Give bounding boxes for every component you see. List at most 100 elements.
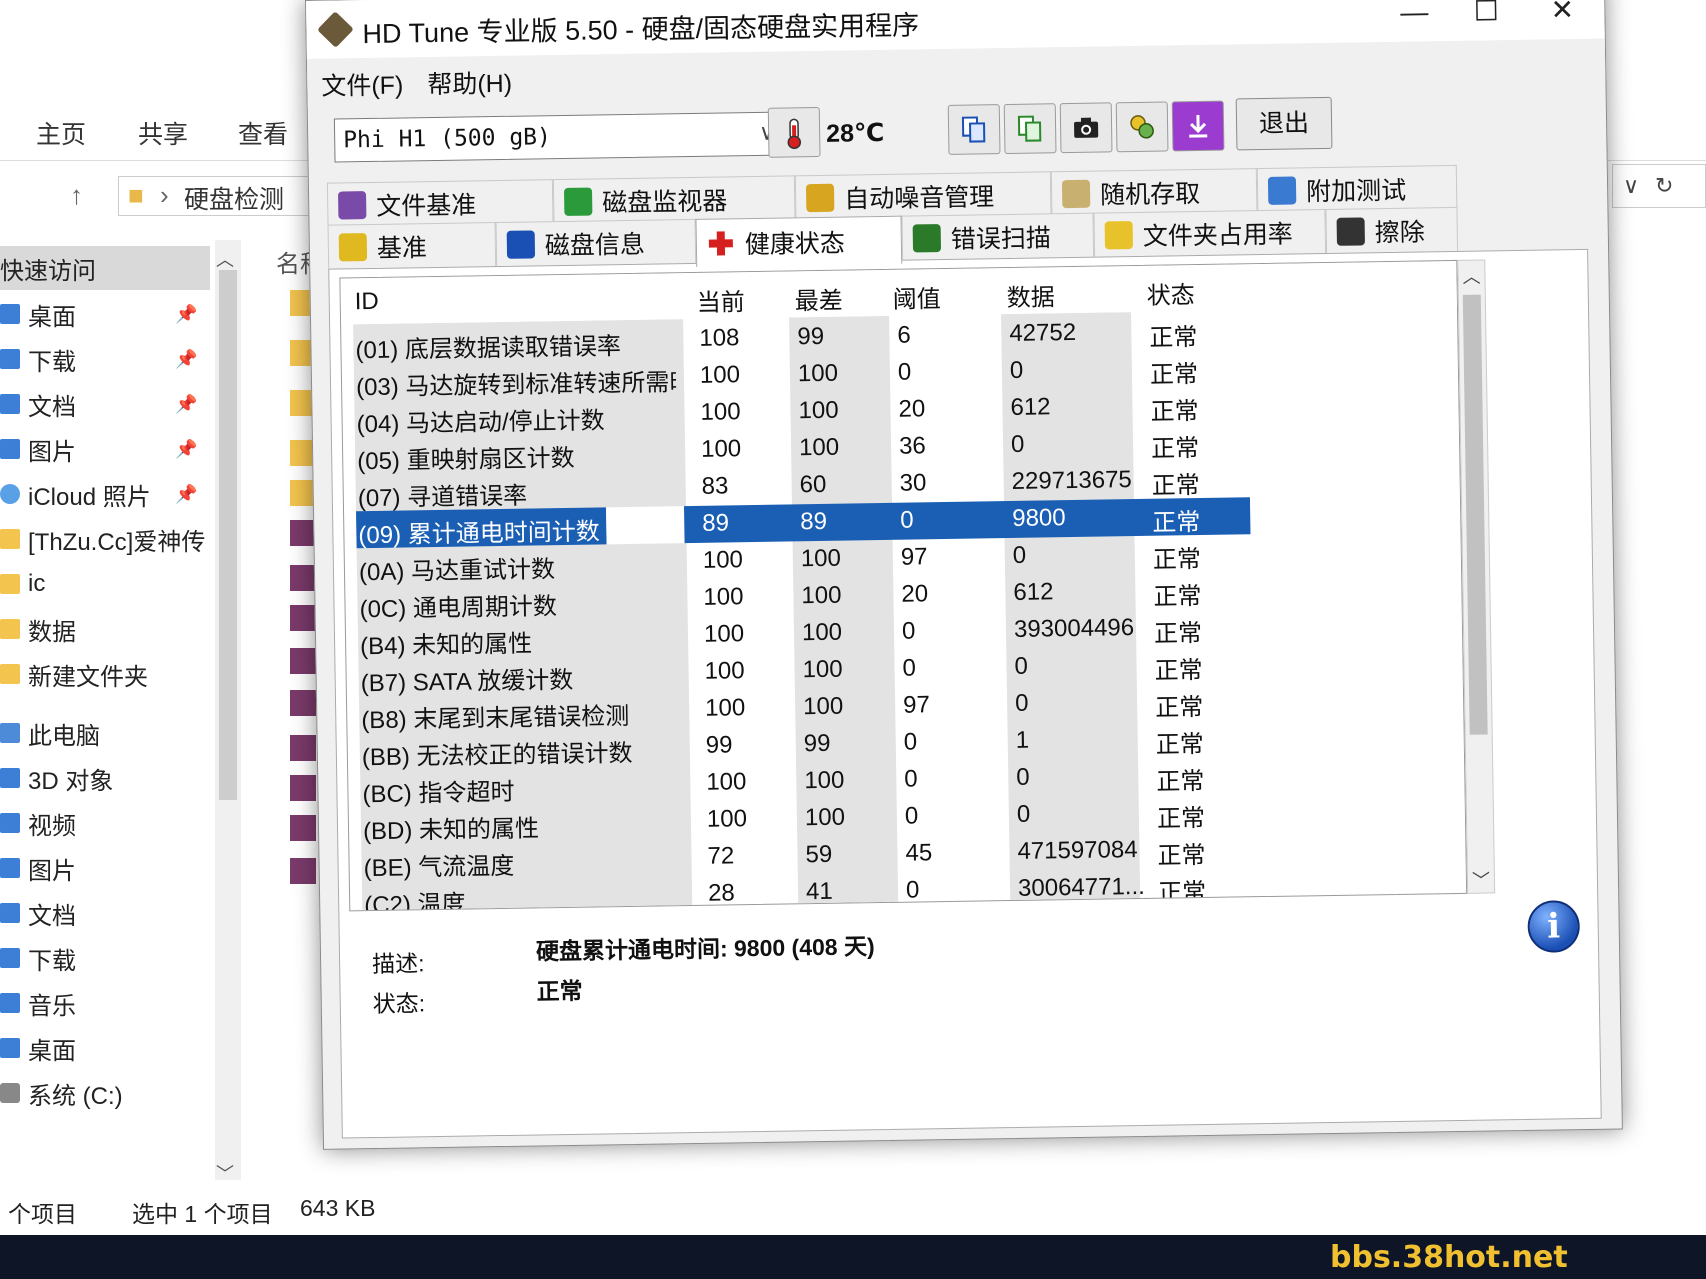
smart-list-scroll-thumb[interactable] [1462, 294, 1488, 735]
minimize-button[interactable]: — [1384, 0, 1445, 34]
temperature-value: 28℃ [825, 118, 885, 148]
smart-cell-status: 正常 [1155, 693, 1204, 722]
status-label: 状态: [372, 990, 426, 1018]
sidebar-item[interactable]: 下载 📌 [0, 337, 210, 381]
file-icon[interactable] [290, 858, 316, 884]
smart-cell-worst: 100 [798, 396, 839, 425]
close-button[interactable]: ✕ [1532, 0, 1593, 32]
sidebar-item[interactable]: 文档 📌 [0, 382, 210, 426]
file-icon[interactable] [290, 520, 316, 546]
sidebar-item[interactable]: 桌面 [0, 1026, 210, 1070]
refresh-icon[interactable]: ↻ [1655, 173, 1673, 199]
info-icon[interactable]: i [1527, 900, 1581, 953]
up-arrow-icon[interactable]: ↑ [70, 180, 83, 211]
sidebar-item[interactable]: ic [0, 562, 210, 606]
smart-cell-worst: 100 [800, 544, 842, 573]
ribbon-tab-view[interactable]: 查看 [238, 115, 288, 151]
sidebar-item[interactable]: 下载 [0, 936, 210, 980]
scroll-down-icon[interactable]: ﹀ [216, 1160, 234, 1186]
smart-cell-threshold: 30 [899, 469, 927, 497]
smart-cell-threshold: 97 [900, 543, 928, 571]
column-header-threshold[interactable]: 阈值 [892, 279, 941, 315]
folder-icon [0, 529, 20, 549]
drive-select[interactable]: Phi H1 (500 gB) ∨ [333, 111, 785, 163]
info-icon [506, 229, 536, 259]
file-icon[interactable] [290, 605, 316, 631]
tab-benchmark[interactable]: 基准 [327, 222, 497, 269]
sidebar-item[interactable]: 3D 对象 [0, 756, 210, 800]
tab-folder-usage[interactable]: 文件夹占用率 [1093, 208, 1327, 257]
smart-cell-data: 393004496 [1013, 614, 1135, 643]
tab-info[interactable]: 磁盘信息 [495, 218, 697, 267]
computer-icon [0, 723, 20, 743]
random-access-icon [1061, 179, 1091, 208]
file-icon[interactable] [290, 648, 316, 674]
ribbon-tab-share[interactable]: 共享 [138, 115, 188, 151]
tab-magnifier[interactable]: 错误扫描 [901, 212, 1095, 260]
sidebar-item[interactable]: 文档 [0, 891, 210, 935]
smart-cell-status: 正常 [1157, 878, 1207, 907]
sidebar-scroll-thumb[interactable] [219, 270, 237, 800]
tab-extra-tests[interactable]: 附加测试 [1256, 164, 1458, 213]
sidebar-item-label: 系统 (C:) [28, 1082, 123, 1110]
sidebar-item[interactable]: 桌面 📌 [0, 292, 210, 336]
sidebar-item-this-pc[interactable]: 此电脑 [0, 711, 210, 755]
save-button[interactable] [1171, 100, 1225, 152]
scroll-down-icon[interactable]: ﹀ [1472, 866, 1490, 892]
options-button[interactable] [1115, 101, 1169, 153]
tab-label: 磁盘监视器 [602, 186, 728, 217]
scroll-up-icon[interactable]: ︿ [216, 246, 234, 272]
sidebar-item[interactable]: 图片 📌 [0, 427, 210, 471]
tab-disk-monitor[interactable]: 磁盘监视器 [552, 175, 796, 224]
exit-button[interactable]: 退出 [1235, 96, 1333, 151]
file-icon[interactable] [290, 690, 316, 716]
tab-health[interactable]: 健康状态 [695, 215, 903, 267]
file-icon[interactable] [290, 735, 316, 761]
sidebar-item[interactable]: 数据 [0, 607, 210, 651]
smart-cell-current: 100 [703, 583, 744, 611]
tab-trash[interactable]: 擦除 [1325, 206, 1459, 253]
column-header-id[interactable]: ID [355, 288, 379, 316]
screenshot-button[interactable] [1059, 102, 1113, 154]
column-header-current[interactable]: 当前 [696, 282, 745, 318]
smart-cell-current: 100 [706, 768, 747, 796]
tab-label: 错误扫描 [950, 223, 1052, 254]
ribbon-tab-home[interactable]: 主页 [36, 115, 86, 151]
tab-random-access[interactable]: 随机存取 [1050, 168, 1258, 216]
sidebar-item[interactable]: iCloud 照片 📌 [0, 472, 210, 516]
column-header-worst[interactable]: 最差 [794, 281, 843, 317]
sidebar-item[interactable]: [ThZu.Cc]爱神传 [0, 517, 210, 561]
copy-text-button[interactable] [947, 104, 1001, 155]
sidebar-item[interactable]: 图片 [0, 846, 210, 890]
sidebar-item[interactable]: 新建文件夹 [0, 652, 210, 696]
menu-file[interactable]: 文件(F) [321, 65, 403, 102]
smart-cell-worst: 100 [804, 766, 845, 795]
sidebar-item[interactable]: 系统 (C:) [0, 1071, 210, 1115]
benchmark-icon [338, 232, 368, 261]
folder-icon [0, 574, 20, 594]
file-icon[interactable] [290, 565, 316, 591]
tab-speaker[interactable]: 自动噪音管理 [794, 171, 1052, 220]
column-header-status[interactable]: 状态 [1146, 275, 1195, 311]
tab-file-benchmark[interactable]: 文件基准 [326, 179, 554, 227]
column-header-data[interactable]: 数据 [1006, 277, 1055, 313]
sidebar-item-label: 下载 [28, 947, 76, 975]
sidebar-item[interactable]: 视频 [0, 801, 210, 845]
hdtune-window: HD Tune 专业版 5.50 - 硬盘/固态硬盘实用程序 — ☐ ✕ 文件(… [305, 0, 1623, 1150]
smart-cell-threshold: 0 [901, 617, 916, 645]
pin-icon: 📌 [175, 303, 198, 324]
file-icon[interactable] [290, 815, 316, 841]
scroll-up-icon[interactable]: ︿ [1462, 263, 1480, 289]
sidebar-item-label: iCloud 照片 [28, 483, 151, 511]
menu-help[interactable]: 帮助(H) [427, 64, 512, 101]
smart-attribute-list[interactable]: ID 当前 最差 阈值 数据 状态 (01) 底层数据读取错误率 108 99 6 42… [339, 259, 1468, 912]
file-icon[interactable] [290, 775, 316, 801]
sidebar-item[interactable]: 音乐 [0, 981, 210, 1025]
copy-all-button[interactable] [1003, 103, 1057, 155]
desktop-icon [0, 304, 20, 324]
maximize-button[interactable]: ☐ [1456, 0, 1517, 33]
dropdown-icon[interactable]: ∨ [1623, 173, 1639, 199]
pin-icon: 📌 [175, 348, 198, 369]
quick-access-header[interactable]: 快速访问 [0, 246, 210, 290]
smart-cell-threshold: 6 [897, 321, 911, 349]
